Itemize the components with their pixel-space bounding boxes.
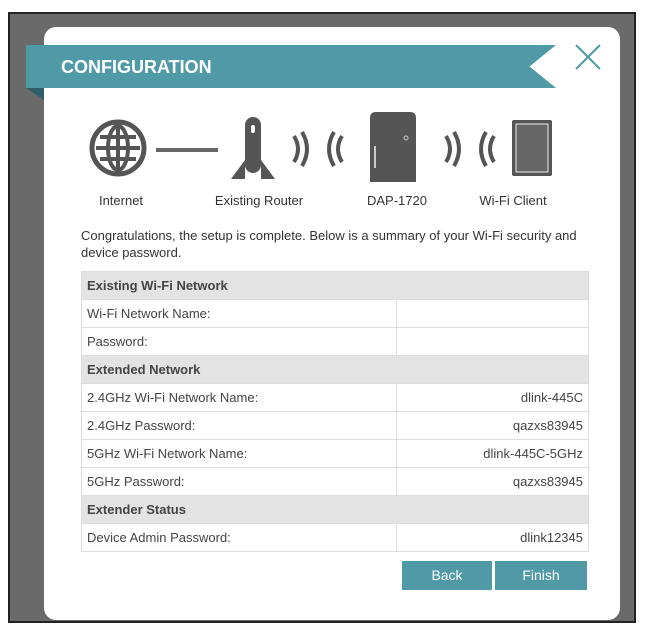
row-value: dlink-445C (396, 383, 589, 412)
completion-message: Congratulations, the setup is complete. … (81, 228, 577, 260)
label-wifi-client: Wi-Fi Client (479, 193, 547, 208)
row-value (396, 299, 589, 328)
table-row: Wi-Fi Network Name: (80, 299, 589, 328)
label-existing-router: Existing Router (214, 193, 304, 208)
back-button[interactable]: Back (402, 561, 492, 590)
finish-button[interactable]: Finish (495, 561, 587, 590)
table-row: 2.4GHz Password: qazxs83945 (80, 411, 589, 440)
section-header: Extender Status (81, 495, 589, 524)
section-header: Extended Network (81, 355, 589, 384)
row-label: 5GHz Wi-Fi Network Name: (80, 439, 398, 468)
row-value: qazxs83945 (396, 411, 589, 440)
row-value: dlink12345 (396, 523, 589, 552)
row-label: Wi-Fi Network Name: (80, 299, 398, 328)
wireless-signal-icon (292, 130, 344, 168)
table-row: Device Admin Password: dlink12345 (80, 523, 589, 552)
wireless-signal-icon-2 (444, 130, 496, 168)
row-value (396, 327, 589, 356)
section-header: Existing Wi-Fi Network (81, 271, 589, 300)
row-label: 2.4GHz Password: (80, 411, 398, 440)
router-icon (231, 117, 275, 179)
row-value: qazxs83945 (396, 467, 589, 496)
table-row: Password: (80, 327, 589, 356)
label-dap-1720: DAP-1720 (367, 193, 427, 208)
row-label: Password: (80, 327, 398, 356)
table-row: 5GHz Password: qazxs83945 (80, 467, 589, 496)
tablet-icon (512, 120, 552, 176)
row-label: 2.4GHz Wi-Fi Network Name: (80, 383, 398, 412)
summary-table: Existing Wi-Fi Network Wi-Fi Network Nam… (80, 271, 589, 552)
dap-1720-device-icon (370, 112, 416, 182)
dialog-title: CONFIGURATION (61, 57, 212, 77)
close-icon[interactable] (574, 43, 602, 71)
label-internet: Internet (98, 193, 144, 208)
wired-connection-line (156, 148, 218, 152)
row-label: Device Admin Password: (80, 523, 398, 552)
row-value: dlink-445C-5GHz (396, 439, 589, 468)
globe-icon (89, 119, 147, 177)
row-label: 5GHz Password: (80, 467, 398, 496)
table-row: 2.4GHz Wi-Fi Network Name: dlink-445C (80, 383, 589, 412)
table-row: 5GHz Wi-Fi Network Name: dlink-445C-5GHz (80, 439, 589, 468)
